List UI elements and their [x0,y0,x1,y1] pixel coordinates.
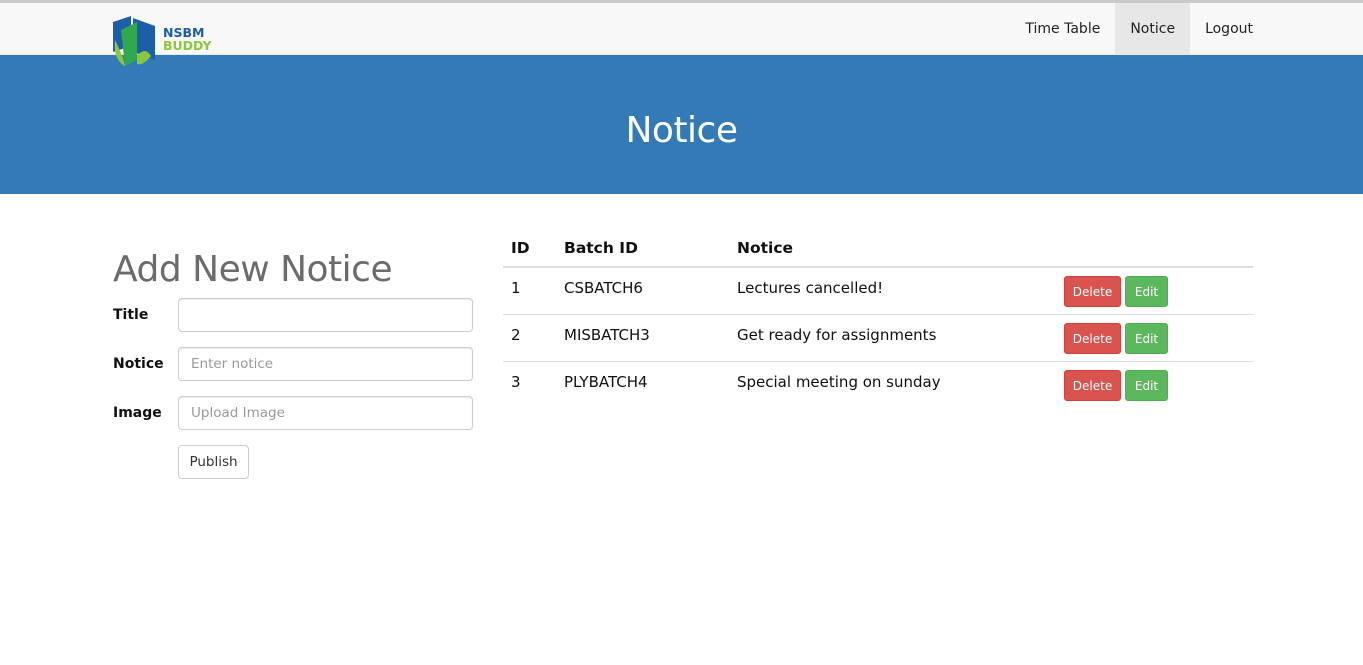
cell-notice: Get ready for assignments [737,326,937,344]
form-heading: Add New Notice [113,249,393,290]
cell-id: 3 [511,373,521,391]
image-input[interactable] [178,396,473,430]
title-row: Title [113,298,473,332]
notice-input[interactable] [178,347,473,381]
notice-table: ID Batch ID Notice 1 CSBATCH6 Lectures c… [503,229,1253,409]
edit-button[interactable]: Edit [1125,276,1168,307]
header-id: ID [511,239,530,257]
notice-row: Notice [113,347,473,381]
hero-banner: Notice [0,55,1363,194]
nav-links: Time Table Notice Logout [1010,3,1268,55]
publish-button[interactable]: Publish [178,445,249,479]
table-header: ID Batch ID Notice [503,229,1253,268]
nsbm-buddy-logo[interactable]: NSBM BUDDY [113,16,223,66]
nav-item-time-table[interactable]: Time Table [1010,3,1115,55]
cell-id: 1 [511,279,521,297]
cell-id: 2 [511,326,521,344]
delete-button[interactable]: Delete [1064,323,1121,354]
cell-batch-id: MISBATCH3 [564,326,650,344]
table-row: 1 CSBATCH6 Lectures cancelled! Delete Ed… [503,268,1253,315]
header-notice: Notice [737,239,794,257]
cell-batch-id: CSBATCH6 [564,279,643,297]
cell-notice: Lectures cancelled! [737,279,884,297]
delete-button[interactable]: Delete [1064,370,1121,401]
nav-item-notice[interactable]: Notice [1115,3,1191,55]
nav-item-logout[interactable]: Logout [1190,3,1268,55]
header-batch-id: Batch ID [564,239,638,257]
image-row: Image [113,396,473,430]
table-row: 2 MISBATCH3 Get ready for assignments De… [503,315,1253,362]
cell-notice: Special meeting on sunday [737,373,941,391]
cell-batch-id: PLYBATCH4 [564,373,648,391]
title-label: Title [113,307,149,323]
logo-line2: BUDDY [163,38,212,53]
image-label: Image [113,405,162,421]
logo-mark-icon [113,16,155,66]
notice-label: Notice [113,356,164,372]
delete-button[interactable]: Delete [1064,276,1121,307]
edit-button[interactable]: Edit [1125,323,1168,354]
logo-text: NSBM BUDDY [163,26,212,52]
page-title: Notice [625,110,738,151]
edit-button[interactable]: Edit [1125,370,1168,401]
title-input[interactable] [178,298,473,332]
table-row: 3 PLYBATCH4 Special meeting on sunday De… [503,362,1253,409]
